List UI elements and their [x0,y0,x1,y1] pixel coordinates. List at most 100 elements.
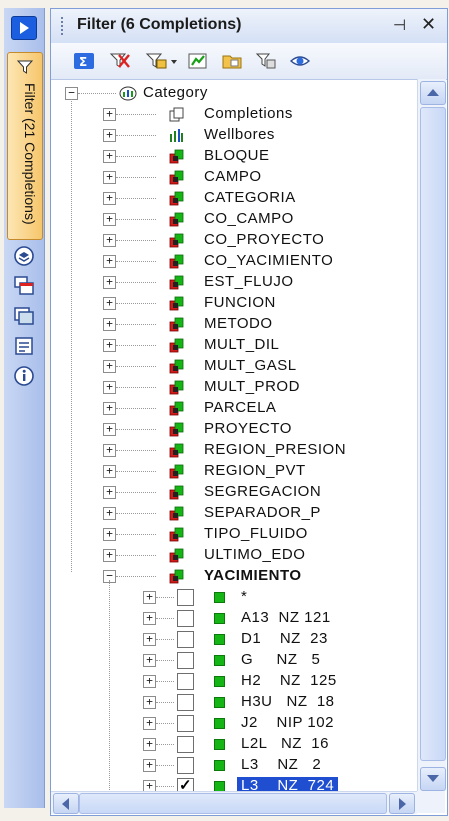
expand-toggle[interactable]: + [143,738,156,751]
stacked-windows-button[interactable] [12,304,36,328]
tree-node[interactable]: + CO_YACIMIENTO [51,251,417,272]
expand-toggle[interactable]: + [103,360,116,373]
value-row[interactable]: + G NZ 5 [51,650,417,671]
tree-node[interactable]: + SEPARADOR_P [51,503,417,524]
vertical-scroll-thumb[interactable] [420,107,446,761]
tree-node[interactable]: + Wellbores [51,125,417,146]
value-checkbox[interactable] [177,610,194,627]
tree-node[interactable]: + METODO [51,314,417,335]
filter-options-dropdown[interactable] [145,51,179,71]
horizontal-scrollbar[interactable] [51,791,417,814]
expand-toggle[interactable]: + [143,633,156,646]
windows-button[interactable] [12,274,36,298]
value-row[interactable]: + L2L NZ 16 [51,734,417,755]
panel-titlebar[interactable]: Filter (6 Completions) ⊣ ✕ [51,9,447,44]
value-checkbox[interactable] [177,776,194,791]
expand-toggle[interactable]: + [103,465,116,478]
tree-node[interactable]: + PROYECTO [51,419,417,440]
view-button[interactable] [289,51,311,71]
value-checkbox[interactable] [177,736,194,753]
expand-toggle[interactable]: + [103,423,116,436]
expand-toggle[interactable]: + [103,150,116,163]
tree-node[interactable]: + BLOQUE [51,146,417,167]
tree-node[interactable]: + TIPO_FLUIDO [51,524,417,545]
filter-tab[interactable]: Filter (21 Completions) [7,52,43,240]
expand-toggle[interactable]: + [103,297,116,310]
expand-toggle[interactable]: + [103,402,116,415]
tree-node[interactable]: + FUNCION [51,293,417,314]
value-row[interactable]: + H3U NZ 18 [51,692,417,713]
tree-node[interactable]: + ULTIMO_EDO [51,545,417,566]
tree-node[interactable]: + MULT_DIL [51,335,417,356]
scroll-right-button[interactable] [389,793,415,814]
folder-button[interactable] [221,51,243,71]
expand-toggle[interactable]: + [143,717,156,730]
value-row[interactable]: + L3 NZ 724 [51,776,417,791]
tree-node[interactable]: − YACIMIENTO [51,566,417,587]
expand-toggle[interactable]: + [143,696,156,709]
expand-toggle[interactable]: + [103,444,116,457]
tree-node[interactable]: + CO_CAMPO [51,209,417,230]
expand-toggle[interactable]: + [143,675,156,688]
scroll-up-button[interactable] [420,81,446,105]
expand-toggle[interactable]: + [103,234,116,247]
value-checkbox[interactable] [177,652,194,669]
drag-grip[interactable] [61,17,67,35]
tree-node[interactable]: + CO_PROYECTO [51,230,417,251]
properties-button[interactable] [12,334,36,358]
tree-node[interactable]: + REGION_PRESION [51,440,417,461]
value-checkbox[interactable] [177,589,194,606]
close-icon[interactable]: ✕ [421,14,436,35]
tree-root-category[interactable]: − Category [51,83,417,104]
expand-toggle[interactable]: + [103,213,116,226]
scroll-left-button[interactable] [53,793,79,814]
filter-settings-button[interactable] [255,51,277,71]
horizontal-scroll-thumb[interactable] [79,793,387,814]
info-button[interactable] [12,364,36,388]
expand-toggle[interactable]: + [143,612,156,625]
expand-toggle[interactable]: + [143,759,156,772]
expand-toggle[interactable]: + [103,549,116,562]
tree-node[interactable]: + CATEGORIA [51,188,417,209]
expand-toggle[interactable]: + [103,528,116,541]
expand-toggle[interactable]: + [103,192,116,205]
expand-toggle[interactable]: + [143,654,156,667]
value-checkbox[interactable] [177,757,194,774]
value-row[interactable]: + L3 NZ 2 [51,755,417,776]
expand-toggle[interactable]: + [143,591,156,604]
tree-node[interactable]: + MULT_PROD [51,377,417,398]
pin-icon[interactable]: ⊣ [393,16,406,34]
value-row[interactable]: + D1 NZ 23 [51,629,417,650]
expand-toggle[interactable]: + [103,507,116,520]
apply-button[interactable] [187,51,209,71]
tree-node[interactable]: + MULT_GASL [51,356,417,377]
vertical-scrollbar[interactable] [417,79,446,791]
expand-toggle[interactable]: + [103,318,116,331]
layers-button[interactable] [12,244,36,268]
expand-toggle[interactable]: + [143,780,156,791]
expand-toggle[interactable]: + [103,108,116,121]
tree-node[interactable]: + Completions [51,104,417,125]
tree-node[interactable]: + EST_FLUJO [51,272,417,293]
tree-node[interactable]: + CAMPO [51,167,417,188]
expand-toggle[interactable]: + [103,255,116,268]
value-checkbox[interactable] [177,715,194,732]
tree-node[interactable]: + SEGREGACION [51,482,417,503]
expand-toggle[interactable]: + [103,129,116,142]
value-row[interactable]: + A13 NZ 121 [51,608,417,629]
expand-panel-button[interactable] [11,16,37,40]
scroll-down-button[interactable] [420,767,446,791]
value-row[interactable]: + * [51,587,417,608]
sum-button[interactable]: Σ [73,51,95,71]
expand-toggle[interactable]: + [103,381,116,394]
value-checkbox[interactable] [177,673,194,690]
tree-node[interactable]: + REGION_PVT [51,461,417,482]
expand-toggle[interactable]: + [103,339,116,352]
tree-node[interactable]: + PARCELA [51,398,417,419]
value-checkbox[interactable] [177,694,194,711]
value-row[interactable]: + J2 NIP 102 [51,713,417,734]
expand-toggle[interactable]: + [103,486,116,499]
value-row[interactable]: + H2 NZ 125 [51,671,417,692]
expand-toggle[interactable]: + [103,276,116,289]
clear-filter-button[interactable] [109,51,131,71]
